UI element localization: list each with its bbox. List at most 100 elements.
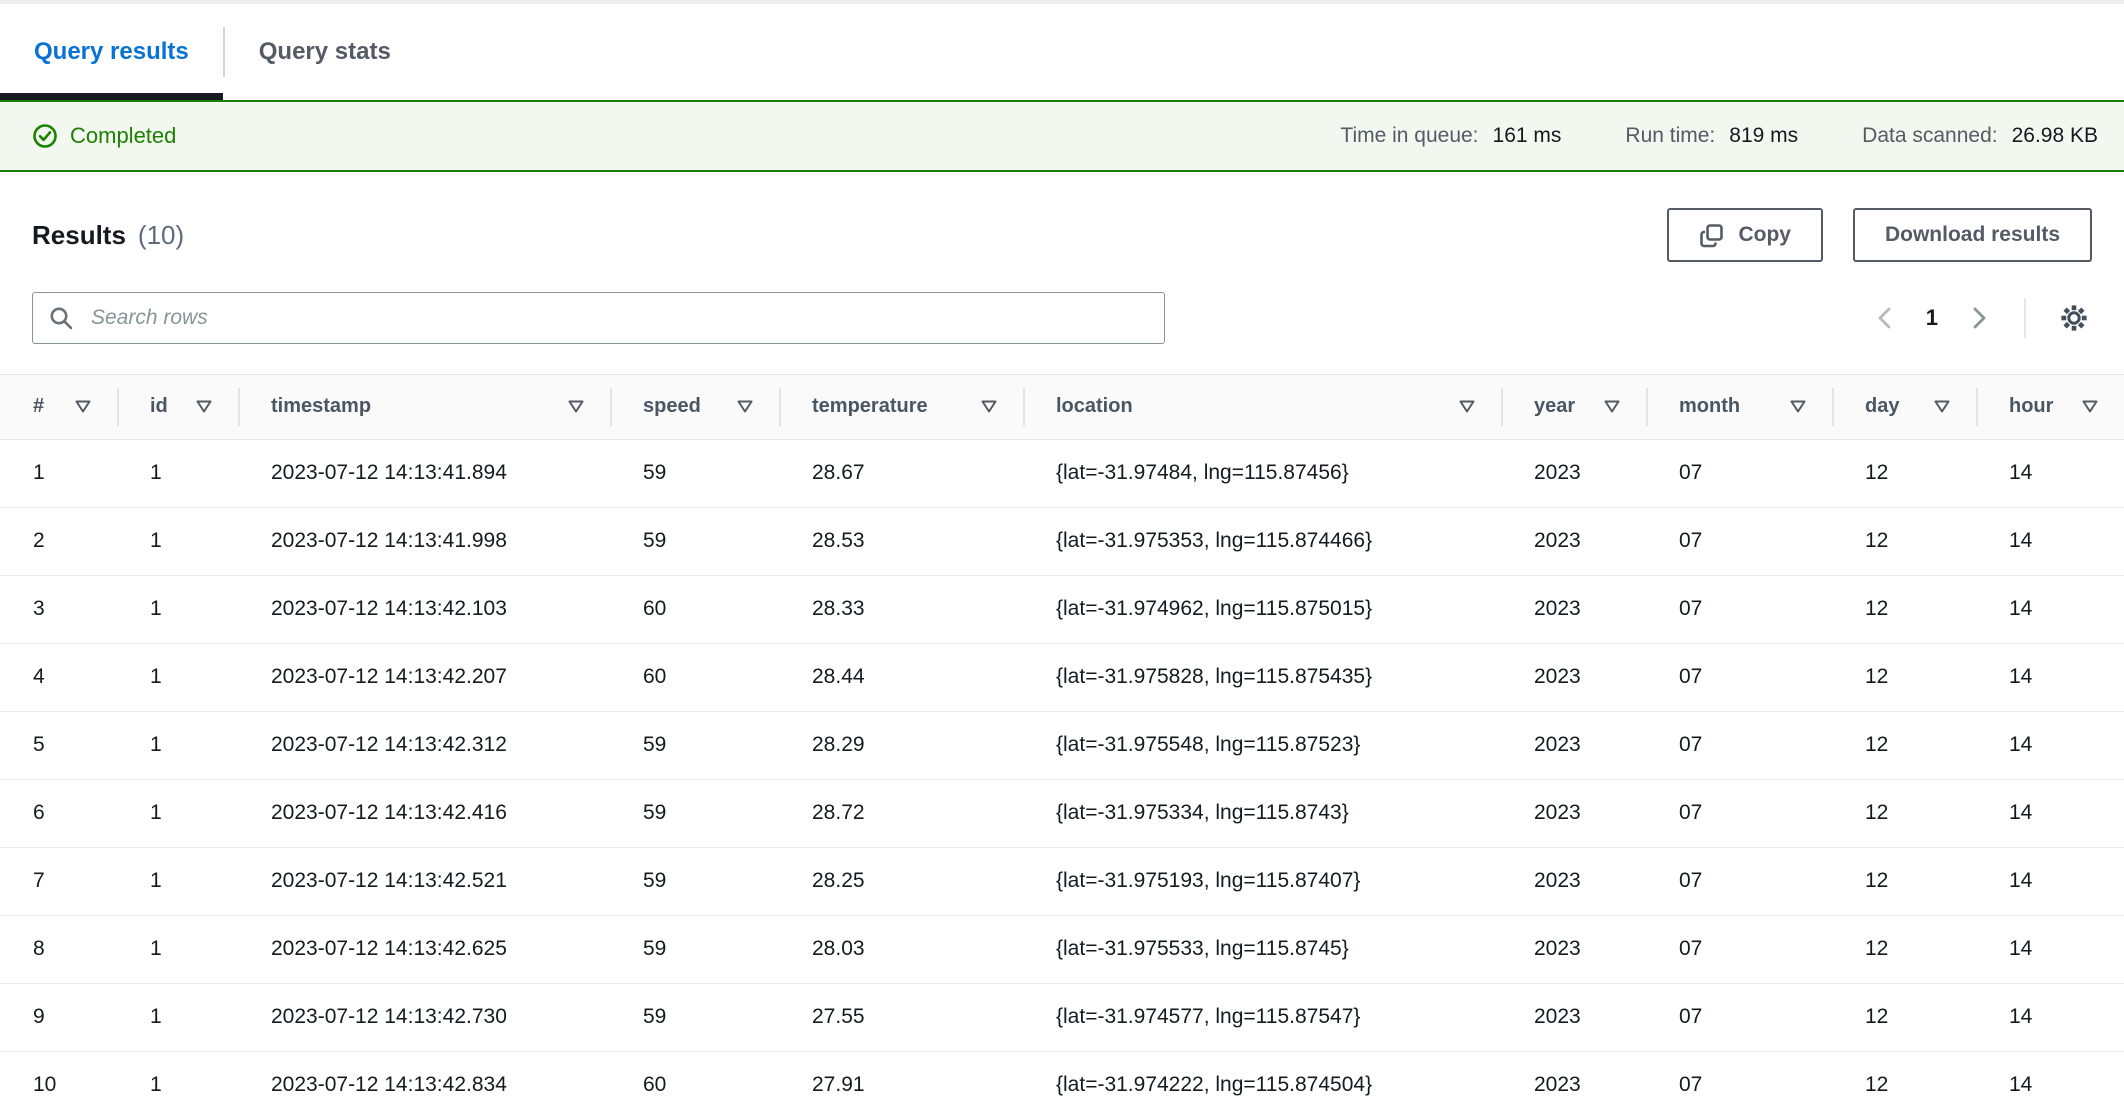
tab-query-stats-label: Query stats [259, 38, 391, 66]
column-header-id[interactable]: id [117, 375, 238, 439]
table-cell: 2023-07-12 14:13:42.625 [238, 915, 610, 983]
table-cell: 12 [1832, 847, 1976, 915]
results-heading: Results (10) [32, 220, 184, 251]
table-cell: 14 [1976, 779, 2124, 847]
table-cell: {lat=-31.975334, lng=115.8743} [1023, 779, 1501, 847]
table-row: 912023-07-12 14:13:42.7305927.55{lat=-31… [0, 983, 2124, 1051]
column-label: # [33, 395, 44, 418]
pagination-divider [2024, 298, 2026, 338]
table-cell: {lat=-31.975548, lng=115.87523} [1023, 711, 1501, 779]
column-header-year[interactable]: year [1501, 375, 1646, 439]
table-cell: 28.72 [779, 779, 1023, 847]
chevron-left-icon [1874, 305, 1896, 331]
column-header-location[interactable]: location [1023, 375, 1501, 439]
table-cell: 6 [0, 779, 117, 847]
table-cell: {lat=-31.975193, lng=115.87407} [1023, 847, 1501, 915]
gear-icon [2058, 302, 2090, 334]
column-label: temperature [812, 395, 928, 418]
filter-triangle-icon[interactable] [2082, 400, 2098, 413]
table-row: 1012023-07-12 14:13:42.8346027.91{lat=-3… [0, 1051, 2124, 1116]
table-cell: 5 [0, 711, 117, 779]
tab-query-results[interactable]: Query results [0, 4, 223, 100]
column-label: id [150, 395, 168, 418]
filter-triangle-icon[interactable] [1934, 400, 1950, 413]
metric-value: 819 ms [1729, 124, 1798, 148]
filter-triangle-icon[interactable] [981, 400, 997, 413]
table-cell: 59 [610, 507, 779, 575]
table-cell: 2023-07-12 14:13:42.730 [238, 983, 610, 1051]
tab-query-stats[interactable]: Query stats [225, 4, 425, 100]
filter-triangle-icon[interactable] [737, 400, 753, 413]
table-cell: 14 [1976, 507, 2124, 575]
table-cell: 28.44 [779, 643, 1023, 711]
table-cell: {lat=-31.975353, lng=115.874466} [1023, 507, 1501, 575]
column-label: month [1679, 395, 1740, 418]
table-cell: 59 [610, 915, 779, 983]
metric-label: Time in queue: [1340, 124, 1478, 148]
table-cell: 4 [0, 643, 117, 711]
next-page-button[interactable] [1964, 301, 1994, 335]
filter-triangle-icon[interactable] [1790, 400, 1806, 413]
results-table: # id timestamp speed temperature locationyear… [0, 374, 2124, 1116]
table-cell: 2 [0, 507, 117, 575]
filter-triangle-icon[interactable] [1604, 400, 1620, 413]
table-cell: 59 [610, 983, 779, 1051]
filter-triangle-icon[interactable] [196, 400, 212, 413]
preferences-button[interactable] [2056, 300, 2092, 336]
column-label: speed [643, 395, 701, 418]
table-cell: 12 [1832, 575, 1976, 643]
tab-query-results-label: Query results [34, 38, 189, 66]
table-cell: 12 [1832, 1051, 1976, 1116]
table-row: 312023-07-12 14:13:42.1036028.33{lat=-31… [0, 575, 2124, 643]
filter-triangle-icon[interactable] [1459, 400, 1475, 413]
table-cell: {lat=-31.975533, lng=115.8745} [1023, 915, 1501, 983]
filter-triangle-icon[interactable] [568, 400, 584, 413]
table-cell: 2023 [1501, 779, 1646, 847]
download-results-label: Download results [1885, 223, 2060, 247]
table-cell: 07 [1646, 643, 1832, 711]
download-results-button[interactable]: Download results [1853, 208, 2092, 262]
table-cell: 12 [1832, 983, 1976, 1051]
table-row: 412023-07-12 14:13:42.2076028.44{lat=-31… [0, 643, 2124, 711]
table-cell: 27.91 [779, 1051, 1023, 1116]
table-cell: 59 [610, 779, 779, 847]
table-cell: 1 [117, 915, 238, 983]
table-cell: 59 [610, 711, 779, 779]
metric-data-scanned: Data scanned: 26.98 KB [1862, 124, 2098, 148]
query-metrics: Time in queue: 161 ms Run time: 819 ms D… [1340, 124, 2098, 148]
table-cell: 2023-07-12 14:13:42.103 [238, 575, 610, 643]
table-cell: 2023-07-12 14:13:41.998 [238, 507, 610, 575]
filter-triangle-icon[interactable] [75, 400, 91, 413]
table-cell: {lat=-31.974577, lng=115.87547} [1023, 983, 1501, 1051]
copy-icon [1699, 223, 1724, 248]
table-cell: 2023 [1501, 643, 1646, 711]
column-header-timestamp[interactable]: timestamp [238, 375, 610, 439]
search-input[interactable] [32, 292, 1165, 344]
previous-page-button[interactable] [1870, 301, 1900, 335]
table-cell: 2023 [1501, 575, 1646, 643]
column-header-hour[interactable]: hour [1976, 375, 2124, 439]
column-header-index[interactable]: # [0, 375, 117, 439]
table-cell: 2023 [1501, 439, 1646, 507]
table-cell: 14 [1976, 1051, 2124, 1116]
column-header-day[interactable]: day [1832, 375, 1976, 439]
table-cell: 2023 [1501, 507, 1646, 575]
column-header-speed[interactable]: speed [610, 375, 779, 439]
table-row: 812023-07-12 14:13:42.6255928.03{lat=-31… [0, 915, 2124, 983]
column-header-month[interactable]: month [1646, 375, 1832, 439]
table-cell: 12 [1832, 779, 1976, 847]
table-cell: 9 [0, 983, 117, 1051]
search-icon [48, 305, 74, 336]
table-cell: 07 [1646, 847, 1832, 915]
table-cell: 12 [1832, 439, 1976, 507]
copy-button[interactable]: Copy [1667, 208, 1823, 262]
table-cell: 2023 [1501, 915, 1646, 983]
table-header-row: # id timestamp speed temperature locationyear… [0, 375, 2124, 439]
table-cell: 28.33 [779, 575, 1023, 643]
table-cell: 1 [117, 507, 238, 575]
metric-label: Run time: [1625, 124, 1715, 148]
table-cell: 07 [1646, 439, 1832, 507]
table-cell: {lat=-31.974222, lng=115.874504} [1023, 1051, 1501, 1116]
table-cell: 28.25 [779, 847, 1023, 915]
column-header-temperature[interactable]: temperature [779, 375, 1023, 439]
